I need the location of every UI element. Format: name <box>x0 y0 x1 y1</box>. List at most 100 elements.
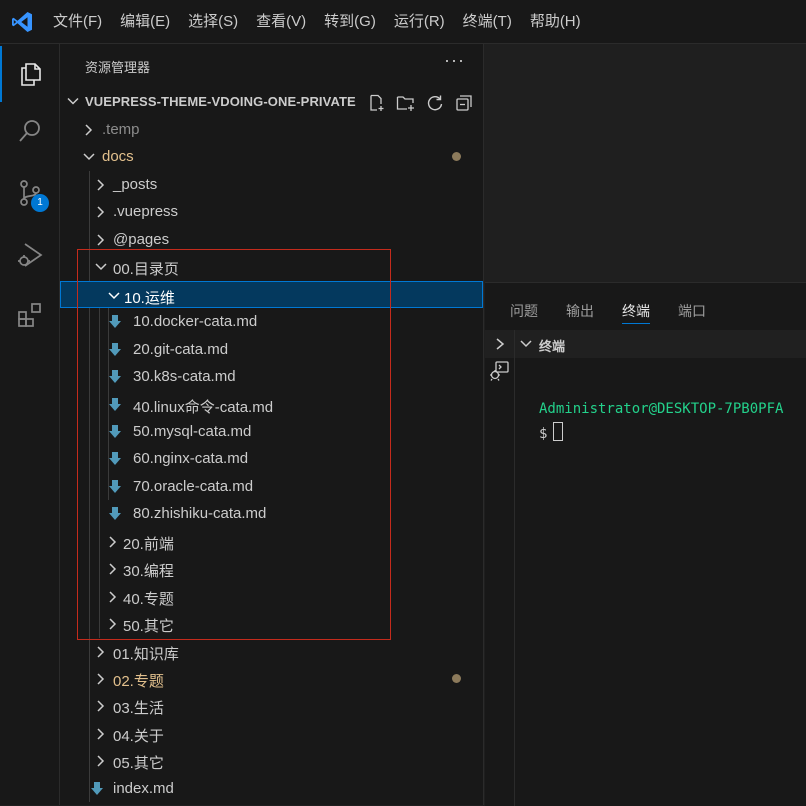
panel-tab[interactable]: 端口 <box>678 301 706 323</box>
tree-item-label: 30.编程 <box>123 563 174 580</box>
terminal-header: 终端 <box>485 330 806 358</box>
markdown-file-icon <box>109 425 121 438</box>
panel-tab[interactable]: 问题 <box>510 301 538 323</box>
tree-item-label: 70.oracle-cata.md <box>133 478 254 495</box>
run-debug-icon[interactable] <box>0 227 60 283</box>
activity-bar: 1 <box>0 44 60 805</box>
menu-item[interactable]: 查看(V) <box>247 8 315 36</box>
menu-item[interactable]: 文件(F) <box>44 8 111 36</box>
new-folder-icon[interactable] <box>395 92 417 114</box>
tree-folder[interactable]: 20.前端 <box>60 528 483 555</box>
tree-item-label: 02.专题 <box>113 673 164 690</box>
markdown-file-icon <box>109 507 121 520</box>
tree-folder[interactable]: 01.知识库 <box>60 638 483 665</box>
tree-folder[interactable]: _posts <box>60 171 483 198</box>
markdown-file-icon <box>109 343 121 356</box>
markdown-file-icon <box>91 782 103 795</box>
chevron-down-icon[interactable] <box>519 338 533 350</box>
chevron-right-icon <box>97 728 105 740</box>
chevron-down-icon <box>83 153 95 161</box>
markdown-file-icon <box>109 398 121 411</box>
markdown-file-icon <box>109 370 121 383</box>
tree-folder[interactable]: 30.编程 <box>60 555 483 582</box>
terminal-title: 终端 <box>539 339 566 354</box>
terminal-cursor <box>553 422 564 441</box>
tree-item-label: 40.专题 <box>123 591 174 608</box>
menu-item[interactable]: 编辑(E) <box>111 8 179 36</box>
tree-item-label: index.md <box>113 780 174 797</box>
tree-folder[interactable]: docs <box>60 143 483 170</box>
tree-file[interactable]: 20.git-cata.md <box>60 336 483 363</box>
chevron-right-icon <box>97 234 105 246</box>
tree-file[interactable]: 30.k8s-cata.md <box>60 363 483 390</box>
tree-folder[interactable]: 04.关于 <box>60 720 483 747</box>
tree-folder[interactable]: 40.专题 <box>60 583 483 610</box>
tree-folder[interactable]: .temp <box>60 116 483 143</box>
extensions-icon[interactable] <box>0 287 60 343</box>
tree-item-label: 30.k8s-cata.md <box>133 368 236 385</box>
panel-tab[interactable]: 终端 <box>622 301 650 324</box>
menu-item[interactable]: 帮助(H) <box>521 8 590 36</box>
tree-folder[interactable]: 03.生活 <box>60 692 483 719</box>
refresh-icon[interactable] <box>424 92 446 114</box>
markdown-file-icon <box>109 315 121 328</box>
more-actions-icon[interactable]: ··· <box>444 50 465 71</box>
tree-item-label: _posts <box>113 176 158 193</box>
markdown-file-icon <box>109 480 121 493</box>
tree-item-label: .vuepress <box>113 203 179 220</box>
chevron-right-icon <box>97 755 105 767</box>
source-control-badge: 1 <box>31 194 49 212</box>
tree-item-label: 00.目录页 <box>113 261 179 278</box>
explorer-sidebar: 资源管理器 ··· VUEPRESS-THEME-VDOING-ONE-PRIV… <box>60 44 484 805</box>
menu-item[interactable]: 选择(S) <box>179 8 247 36</box>
tree-item-label: 50.mysql-cata.md <box>133 423 252 440</box>
chevron-right-icon <box>85 124 93 136</box>
panel-tab[interactable]: 输出 <box>566 301 594 323</box>
tree-file[interactable]: 50.mysql-cata.md <box>60 418 483 445</box>
tree-item-label: docs <box>102 148 134 165</box>
tree-folder[interactable]: 00.目录页 <box>60 253 483 280</box>
search-icon[interactable] <box>0 103 60 159</box>
tree-item-label: @pages <box>113 231 170 248</box>
tree-file[interactable]: 10.docker-cata.md <box>60 308 483 335</box>
tree-file[interactable]: 60.nginx-cata.md <box>60 445 483 472</box>
source-control-icon[interactable]: 1 <box>0 165 60 221</box>
tree-item-label: 50.其它 <box>123 618 174 635</box>
tree-item-label: 05.其它 <box>113 755 164 772</box>
chevron-right-icon <box>97 646 105 658</box>
tree-file[interactable]: 70.oracle-cata.md <box>60 473 483 500</box>
chevron-down-icon <box>67 97 79 105</box>
chevron-right-icon <box>97 179 105 191</box>
chevron-right-icon <box>109 563 117 575</box>
chevron-right-icon <box>109 591 117 603</box>
chevron-down-icon <box>95 263 107 271</box>
menu-item[interactable]: 运行(R) <box>385 8 454 36</box>
vscode-logo-icon <box>12 12 32 32</box>
menu-item[interactable]: 转到(G) <box>315 8 385 36</box>
tree-folder[interactable]: 50.其它 <box>60 610 483 637</box>
tree-file[interactable]: index.md <box>60 775 483 802</box>
chevron-down-icon <box>108 292 120 300</box>
tree-item-label: 03.生活 <box>113 700 164 717</box>
menu-item[interactable]: 终端(T) <box>454 8 521 36</box>
tree-folder[interactable]: 05.其它 <box>60 747 483 774</box>
files-icon[interactable] <box>0 46 60 102</box>
tree-item-label: 04.关于 <box>113 728 164 745</box>
explorer-title: 资源管理器 <box>85 60 151 75</box>
tree-folder[interactable]: .vuepress <box>60 198 483 225</box>
tree-file[interactable]: 80.zhishiku-cata.md <box>60 500 483 527</box>
tree-file[interactable]: 40.linux命令-cata.md <box>60 391 483 418</box>
editor-area <box>485 44 806 282</box>
new-file-icon[interactable] <box>366 92 388 114</box>
tree-item-label: 60.nginx-cata.md <box>133 450 249 467</box>
tree-item-label: 20.前端 <box>123 536 174 553</box>
tree-folder[interactable]: @pages <box>60 226 483 253</box>
collapse-all-icon[interactable] <box>453 92 475 114</box>
tree-item-label: 01.知识库 <box>113 646 179 663</box>
tree-folder[interactable]: 10.运维 <box>60 281 483 308</box>
workspace-header[interactable]: VUEPRESS-THEME-VDOING-ONE-PRIVATE <box>60 89 483 115</box>
terminal-input-line[interactable]: $ <box>539 422 564 442</box>
tree-folder[interactable]: 02.专题 <box>60 665 483 692</box>
workspace-title: VUEPRESS-THEME-VDOING-ONE-PRIVATE <box>85 94 356 109</box>
debug-console-icon[interactable] <box>488 360 510 382</box>
